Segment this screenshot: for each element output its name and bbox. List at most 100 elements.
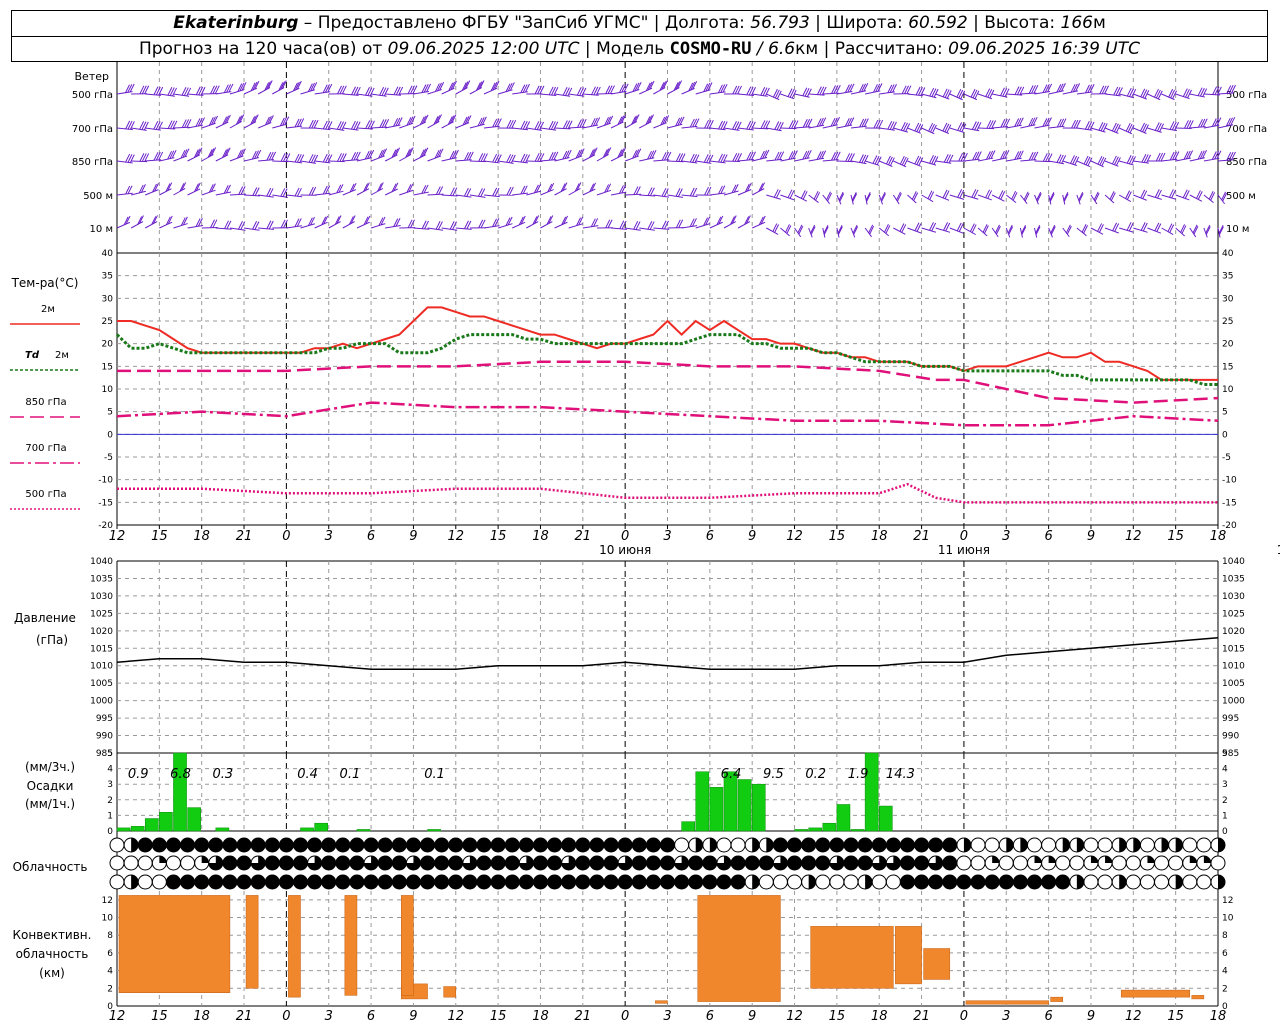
wind-barb-shaft — [483, 194, 500, 198]
wind-barb-feather — [861, 118, 867, 127]
temp-tick-right: 15 — [1222, 362, 1233, 372]
precip-bar — [130, 826, 145, 832]
wind-barb — [159, 149, 177, 162]
wind-barb — [272, 153, 291, 163]
cloud-cover-icon — [504, 855, 520, 871]
cloud-fill — [561, 875, 576, 889]
cloud-cover-icon — [1210, 874, 1226, 890]
cloud-circle — [109, 837, 125, 853]
wind-barb — [413, 114, 429, 129]
wind-barb — [949, 88, 966, 101]
wind-barb — [963, 88, 980, 101]
cloud-cover-icon — [1041, 855, 1057, 871]
wind-barb-shaft — [625, 227, 641, 231]
wind-barb-feather — [694, 118, 700, 127]
wind-barb — [385, 218, 401, 229]
wind-barb — [215, 114, 231, 129]
cloud-cover-icon — [575, 855, 591, 871]
wind-barb — [356, 215, 371, 229]
cloud-fill — [335, 856, 350, 870]
wind-barb — [229, 114, 245, 129]
wind-barb-shaft — [427, 227, 444, 231]
wind-barb — [766, 189, 781, 200]
wind-barb — [639, 221, 655, 231]
wind-barb-feather — [619, 84, 624, 93]
cloud-fill — [279, 838, 294, 852]
wind-barb — [399, 85, 418, 95]
cloud-cover-icon — [829, 837, 845, 853]
cloud-circle — [674, 837, 690, 853]
cloud-fill — [886, 838, 901, 852]
conv-tick-right: 6 — [1222, 949, 1228, 959]
x-tick-label: 18 — [193, 529, 210, 544]
wind-barb-feather — [1016, 150, 1022, 160]
wind-barb — [215, 184, 232, 196]
wind-barb — [1175, 120, 1194, 130]
wind-barb — [1175, 88, 1192, 100]
wind-barb-shaft — [455, 87, 468, 95]
wind-barb-feather — [1211, 118, 1217, 127]
wind-barb-feather — [1169, 151, 1175, 161]
wind-barb-shaft — [229, 227, 246, 231]
wind-barb-feather — [844, 118, 850, 127]
cloud-fill — [166, 875, 181, 889]
wind-barb-shaft — [441, 194, 458, 197]
precip-bar — [173, 752, 187, 832]
cloud-cover-icon — [716, 855, 732, 871]
cloud-fill — [462, 875, 477, 889]
wind-barb — [864, 192, 871, 205]
cloud-cover-icon — [490, 855, 506, 871]
cloud-cover-icon — [575, 837, 591, 853]
wind-barb — [370, 216, 386, 229]
cloud-cover-icon — [716, 837, 732, 853]
cloud-cover-icon — [1027, 837, 1042, 853]
cloud-cover-icon — [123, 855, 139, 871]
wind-barb — [1203, 224, 1211, 238]
cloud-cover-icon — [293, 855, 308, 871]
wind-barb-feather — [1169, 224, 1175, 233]
cloud-fill — [942, 856, 957, 870]
wind-barb — [639, 80, 655, 95]
cloud-cover-icon — [1027, 874, 1042, 890]
wind-barb — [286, 187, 303, 198]
cloud-cover-icon — [631, 837, 647, 853]
wind-barb — [836, 225, 843, 238]
conv-tick-right: 4 — [1222, 967, 1228, 977]
wind-barb — [921, 222, 937, 233]
wind-barb — [427, 114, 442, 129]
wind-barb-feather — [815, 192, 820, 201]
x-tick-label: 0 — [621, 529, 629, 544]
wind-barb-feather — [520, 84, 526, 94]
cloud-cover-icon — [928, 837, 944, 853]
wind-barb-feather — [426, 83, 432, 93]
wind-barb-shaft — [695, 223, 711, 229]
wind-barb-feather — [816, 151, 822, 160]
wind-barb-feather — [127, 84, 133, 93]
wind-barb — [723, 184, 739, 196]
wind-barb-shaft — [512, 221, 526, 229]
wind-barb — [1005, 224, 1014, 238]
cloud-fill — [1147, 856, 1155, 863]
cloud-cover-icon — [617, 837, 633, 853]
wind-barb — [963, 223, 977, 235]
wind-barb-feather — [322, 185, 328, 195]
x-tick-label: 15 — [1167, 529, 1184, 544]
cloud-fill — [752, 875, 760, 889]
cloud-cover-icon — [547, 837, 563, 853]
cloud-fill — [208, 838, 223, 852]
cloud-fill — [434, 875, 449, 889]
wind-barb — [455, 80, 471, 95]
wind-level-label-left: 10 м — [90, 224, 113, 235]
wind-barb — [865, 83, 883, 95]
wind-barb-shaft — [130, 221, 144, 229]
cloud-cover-icon — [589, 837, 605, 853]
wind-barb-feather — [816, 118, 822, 127]
cloud-cover-icon — [1154, 837, 1170, 853]
cloud-cover-icon — [857, 874, 873, 890]
wind-barb-shaft — [130, 190, 146, 196]
cloud-cover-icon — [405, 855, 421, 871]
wind-barb — [328, 184, 344, 196]
wind-barb-shaft — [766, 158, 783, 162]
wind-barb — [159, 182, 173, 196]
temp-tick-left: -10 — [98, 476, 113, 486]
